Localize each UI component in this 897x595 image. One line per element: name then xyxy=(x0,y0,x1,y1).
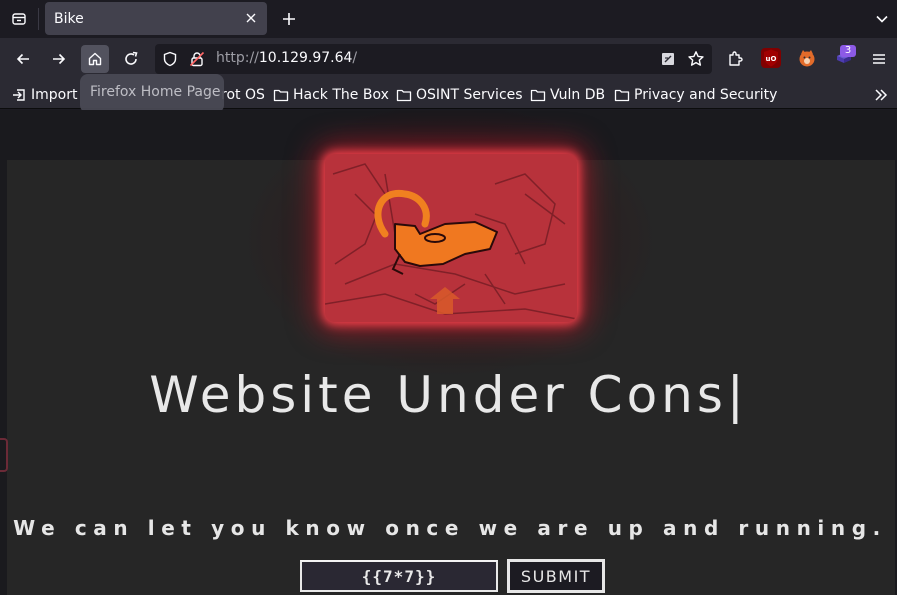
svg-text:uO: uO xyxy=(766,55,777,63)
page-viewport: Website Under Cons| We can let you know … xyxy=(0,110,897,595)
ublock-icon[interactable]: uO xyxy=(761,48,781,68)
url-bar[interactable]: http://10.129.97.64/ xyxy=(155,44,712,74)
tab-strip: Bike xyxy=(0,0,897,38)
folder-icon xyxy=(530,89,546,102)
tab-separator xyxy=(38,8,39,30)
url-text[interactable]: http://10.129.97.64/ xyxy=(216,50,357,66)
bookmark-folder-privacy-security[interactable]: Privacy and Security xyxy=(614,85,777,105)
bookmark-partial[interactable]: rot OS xyxy=(221,85,265,105)
insecure-lock-icon[interactable] xyxy=(188,50,206,68)
bookmark-import[interactable]: Import xyxy=(11,85,77,105)
tab-title: Bike xyxy=(54,10,84,27)
list-all-tabs-icon[interactable] xyxy=(6,6,32,32)
bookmark-label: Privacy and Security xyxy=(634,87,778,103)
foxyproxy-icon[interactable] xyxy=(797,48,817,68)
extensions-icon[interactable] xyxy=(721,45,749,73)
tab-active[interactable]: Bike xyxy=(45,2,267,35)
bookmark-star-icon[interactable] xyxy=(687,50,705,68)
home-icon[interactable] xyxy=(81,45,109,73)
page-subline: We can let you know once we are up and r… xyxy=(13,516,887,540)
side-decoration xyxy=(0,438,8,472)
menu-icon[interactable] xyxy=(865,45,893,73)
typing-cursor: | xyxy=(726,366,748,424)
folder-icon xyxy=(396,89,412,102)
folder-icon xyxy=(614,89,630,102)
bookmark-partial-label: rot OS xyxy=(221,87,265,103)
bookmark-label: Vuln DB xyxy=(550,87,606,103)
forward-icon[interactable] xyxy=(45,45,73,73)
close-tab-icon[interactable] xyxy=(243,10,259,26)
submit-button[interactable]: SUBMIT xyxy=(507,559,605,593)
extension-badge-count: 3 xyxy=(840,45,856,57)
shield-icon[interactable] xyxy=(161,50,179,68)
hero-image xyxy=(325,154,577,322)
email-input[interactable] xyxy=(300,560,498,592)
bookmark-folder-osint-services[interactable]: OSINT Services xyxy=(396,85,523,105)
import-icon xyxy=(13,89,25,101)
new-tab-icon[interactable] xyxy=(278,8,300,30)
bookmark-folder-vuln-db[interactable]: Vuln DB xyxy=(530,85,605,105)
home-tooltip: Firefox Home Page xyxy=(80,74,224,113)
bookmark-label: Hack The Box xyxy=(293,87,389,103)
folder-icon xyxy=(273,89,289,102)
page-headline: Website Under Cons| xyxy=(149,366,748,424)
chevron-down-icon[interactable] xyxy=(871,8,893,30)
bookmark-import-label: Import xyxy=(31,87,78,103)
reload-icon[interactable] xyxy=(117,45,145,73)
back-icon[interactable] xyxy=(9,45,37,73)
reader-view-icon[interactable] xyxy=(659,50,677,68)
bookmark-label: OSINT Services xyxy=(416,87,523,103)
bookmarks-overflow-icon[interactable] xyxy=(873,85,889,105)
bookmark-folder-hack-the-box[interactable]: Hack The Box xyxy=(273,85,389,105)
